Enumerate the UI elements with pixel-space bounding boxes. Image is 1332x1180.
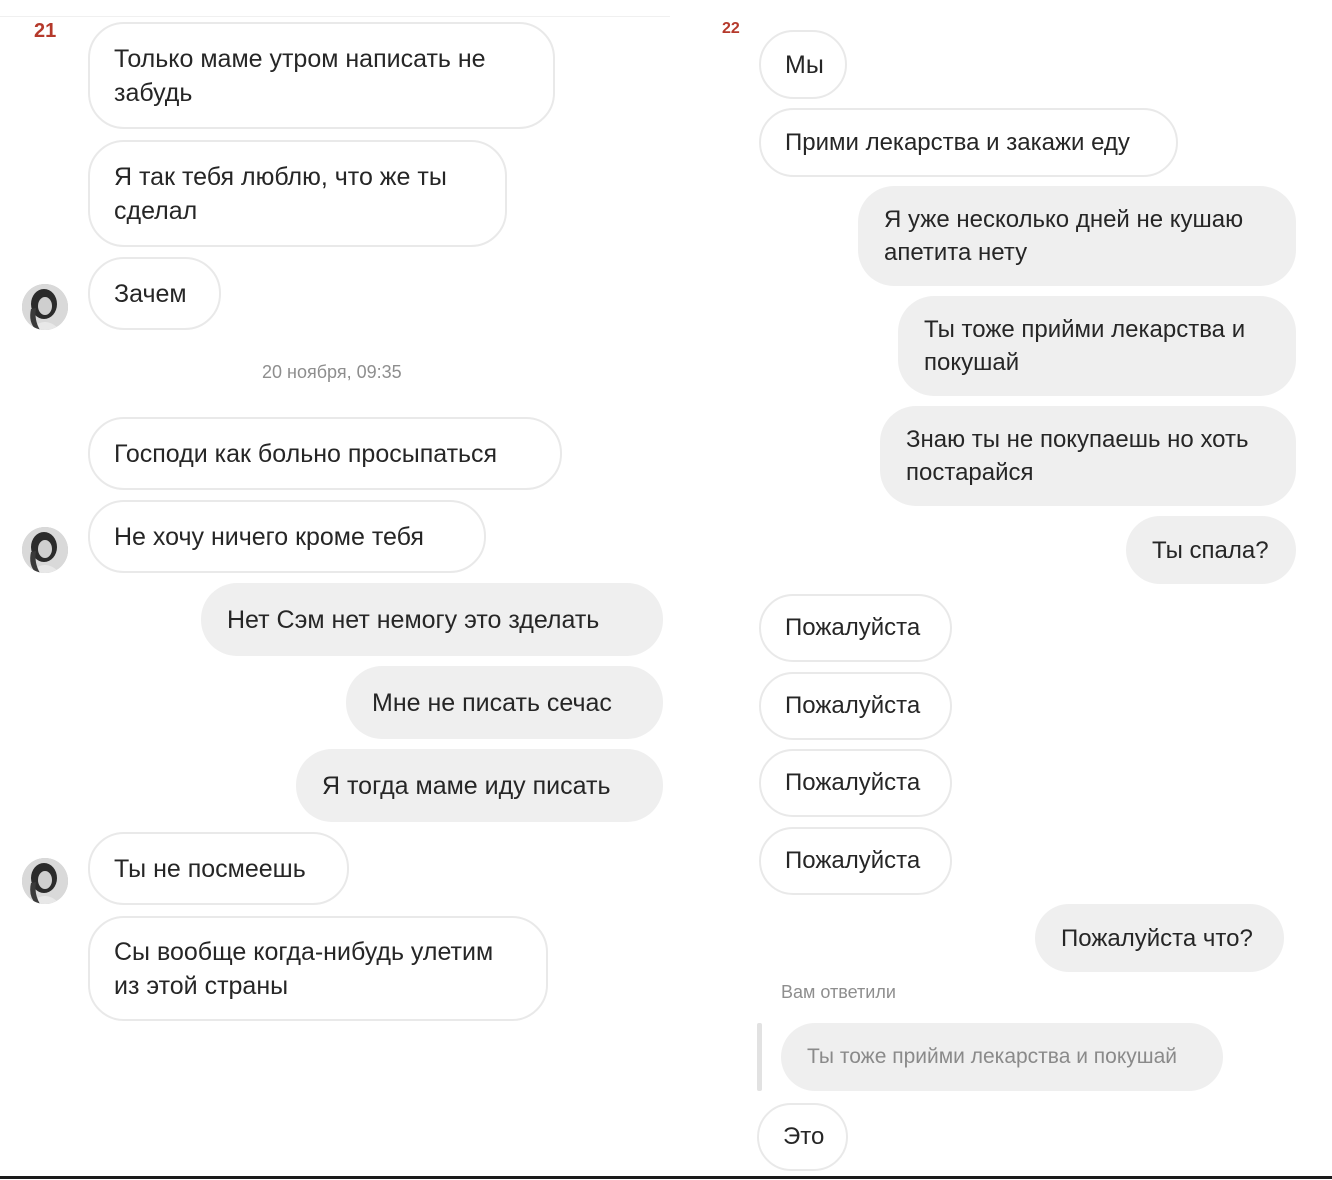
message-outgoing[interactable]: Ты спала?	[1126, 516, 1296, 584]
message-incoming[interactable]: Прими лекарства и закажи еду	[759, 108, 1178, 177]
message-text: Пожалуйста что?	[1061, 924, 1253, 952]
message-text: Мне не писать сечас	[372, 688, 612, 717]
message-text: Я уже несколько дней не кушаю апетита не…	[884, 206, 1244, 266]
message-incoming[interactable]: Пожалуйста	[759, 749, 952, 817]
message-outgoing[interactable]: Пожалуйста что?	[1035, 904, 1284, 972]
message-text: Ты тоже прийми лекарства и покушай	[924, 316, 1246, 376]
page-number-left: 21	[34, 20, 57, 42]
message-text: Я так тебя люблю, что же ты сделал	[114, 162, 447, 225]
message-text: Прими лекарства и закажи еду	[785, 128, 1130, 156]
message-incoming[interactable]: Только маме утром написать не забудь	[88, 22, 555, 129]
reply-indicator-bar	[757, 1023, 762, 1091]
message-text: Сы вообще когда-нибудь улетим из этой ст…	[114, 937, 494, 1000]
avatar[interactable]	[22, 284, 68, 330]
message-incoming[interactable]: Пожалуйста	[759, 827, 952, 895]
message-text: Ты спала?	[1152, 536, 1269, 564]
avatar[interactable]	[22, 858, 68, 904]
message-incoming[interactable]: Не хочу ничего кроме тебя	[88, 500, 486, 573]
message-text: Пожалуйста	[785, 847, 921, 874]
message-text: Пожалуйста	[785, 769, 921, 796]
page-number-right: 22	[722, 20, 740, 37]
message-outgoing[interactable]: Знаю ты не покупаешь но хоть постарайся	[880, 406, 1296, 506]
message-incoming[interactable]: Это	[757, 1103, 848, 1171]
top-divider	[0, 16, 670, 17]
message-incoming[interactable]: Пожалуйста	[759, 672, 952, 740]
message-text: Не хочу ничего кроме тебя	[114, 522, 424, 551]
message-incoming[interactable]: Сы вообще когда-нибудь улетим из этой ст…	[88, 916, 548, 1021]
reply-quoted-text: Ты тоже прийми лекарства и покушай	[807, 1045, 1178, 1068]
reply-quoted-message[interactable]: Ты тоже прийми лекарства и покушай	[781, 1023, 1223, 1091]
message-incoming[interactable]: Пожалуйста	[759, 594, 952, 662]
message-text: Господи как больно просыпаться	[114, 439, 498, 468]
message-incoming[interactable]: Господи как больно просыпаться	[88, 417, 562, 490]
message-text: Зачем	[114, 279, 187, 308]
message-text: Знаю ты не покупаешь но хоть постарайся	[906, 426, 1249, 486]
message-text: Только маме утром написать не забудь	[114, 44, 486, 107]
message-incoming[interactable]: Зачем	[88, 257, 221, 330]
message-text: Это	[783, 1123, 825, 1150]
message-incoming[interactable]: Ты не посмеешь	[88, 832, 349, 905]
message-incoming[interactable]: Мы	[759, 30, 847, 99]
avatar[interactable]	[22, 527, 68, 573]
avatar-photo-icon	[22, 284, 68, 330]
date-separator: 20 ноября, 09:35	[262, 362, 402, 382]
message-incoming[interactable]: Я так тебя люблю, что же ты сделал	[88, 140, 507, 247]
avatar-photo-icon	[22, 858, 68, 904]
message-outgoing[interactable]: Мне не писать сечас	[346, 666, 663, 739]
message-text: Нет Сэм нет немогу это зделать	[227, 605, 600, 634]
reply-label: Вам ответили	[781, 982, 896, 1002]
avatar-photo-icon	[22, 527, 68, 573]
message-outgoing[interactable]: Нет Сэм нет немогу это зделать	[201, 583, 663, 656]
message-text: Мы	[785, 50, 824, 79]
message-text: Я тогда маме иду писать	[322, 771, 611, 800]
message-outgoing[interactable]: Я уже несколько дней не кушаю апетита не…	[858, 186, 1296, 286]
message-outgoing[interactable]: Ты тоже прийми лекарства и покушай	[898, 296, 1296, 396]
message-outgoing[interactable]: Я тогда маме иду писать	[296, 749, 663, 822]
bottom-divider	[0, 1176, 1332, 1179]
message-text: Ты не посмеешь	[114, 854, 306, 883]
message-text: Пожалуйста	[785, 614, 921, 641]
message-text: Пожалуйста	[785, 692, 921, 719]
